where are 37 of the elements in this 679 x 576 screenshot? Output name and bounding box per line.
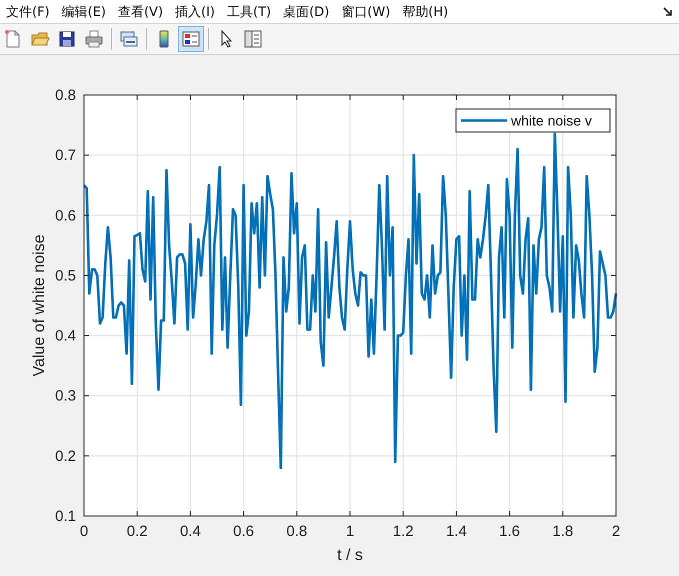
menu-item[interactable]: 文件(F) xyxy=(2,2,58,20)
menu-item[interactable]: 查看(V) xyxy=(114,2,172,20)
tick-label: 0.7 xyxy=(55,147,76,164)
tick-label: 1.4 xyxy=(446,523,467,540)
toolbar-button[interactable] xyxy=(178,26,204,52)
menu-item[interactable]: 插入(I) xyxy=(171,2,224,20)
menu-item[interactable]: 工具(T) xyxy=(223,2,280,20)
tick-label: 0.3 xyxy=(55,388,76,405)
menu-item[interactable]: 帮助(H) xyxy=(398,2,456,20)
windows-icon xyxy=(119,29,139,49)
axis-label: Value of white noise xyxy=(31,234,48,376)
tick-label: 0.6 xyxy=(233,523,254,540)
menu-item[interactable]: 桌面(D) xyxy=(279,2,338,20)
tick-label: 0.8 xyxy=(55,87,76,104)
legend-swatch xyxy=(461,119,507,122)
tick-label: 0 xyxy=(80,523,88,540)
tick-label: 0.8 xyxy=(286,523,308,540)
axis-label: t / s xyxy=(337,547,363,564)
tick-label: 1 xyxy=(346,523,354,540)
legend-icon xyxy=(181,29,201,49)
tick-label: 0.6 xyxy=(55,207,76,224)
menu-item[interactable]: 编辑(E) xyxy=(58,2,114,20)
menu-item[interactable]: 窗口(W) xyxy=(337,2,398,20)
legend-label: white noise v xyxy=(511,112,592,128)
tick-label: 0.4 xyxy=(180,523,201,540)
tick-label: 2 xyxy=(612,523,620,540)
tick-label: 0.2 xyxy=(55,448,76,465)
tick-label: 0.4 xyxy=(55,328,76,345)
panel-icon xyxy=(243,29,263,49)
tick-label: 1.6 xyxy=(499,523,520,540)
tick-label: 0.1 xyxy=(55,508,76,525)
arrow-icon[interactable] xyxy=(663,6,673,16)
tick-label: 1.8 xyxy=(552,523,574,540)
tick-label: 0.2 xyxy=(126,523,148,540)
tick-label: 1.2 xyxy=(392,523,414,540)
printer-icon xyxy=(84,29,104,49)
tick-label: 0.5 xyxy=(55,267,76,284)
